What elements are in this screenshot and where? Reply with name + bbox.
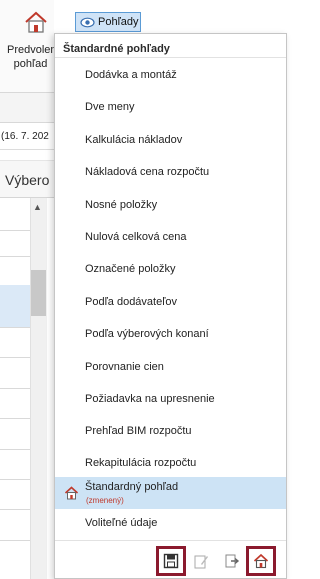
table-row[interactable] bbox=[0, 357, 30, 358]
table-row[interactable] bbox=[0, 388, 30, 389]
grid-column-header[interactable]: Výbero bbox=[0, 160, 54, 198]
home-icon[interactable] bbox=[23, 10, 49, 34]
scroll-up-icon[interactable]: ▲ bbox=[33, 202, 42, 212]
set-default-view-button[interactable] bbox=[246, 546, 276, 576]
menu-item-dve-meny[interactable]: Dve meny bbox=[55, 92, 286, 124]
ribbon-strip bbox=[0, 93, 54, 123]
views-button-label: Pohľady bbox=[98, 16, 139, 28]
divider bbox=[55, 540, 286, 541]
eye-icon bbox=[80, 17, 95, 27]
save-icon bbox=[163, 553, 179, 569]
section-title: Štandardné pohľady bbox=[63, 43, 170, 55]
menu-item-porovnanie-cien[interactable]: Porovnanie cien bbox=[55, 352, 286, 384]
edit-view-button[interactable] bbox=[186, 546, 216, 576]
menu-item-dodavka-a-montaz[interactable]: Dodávka a montáž bbox=[55, 60, 286, 92]
selected-row[interactable] bbox=[0, 285, 30, 327]
scrollbar-thumb[interactable] bbox=[31, 270, 46, 316]
menu-item-standardny-pohlad[interactable]: Štandardný pohľad (zmenený) bbox=[55, 477, 286, 509]
table-row[interactable] bbox=[0, 230, 30, 231]
views-dropdown: Štandardné pohľady Dodávka a montáž Dve … bbox=[54, 33, 287, 579]
table-row[interactable] bbox=[0, 449, 30, 450]
edit-icon bbox=[194, 555, 208, 569]
menu-item-podla-dodavatelov[interactable]: Podľa dodávateľov bbox=[55, 287, 286, 319]
home-icon bbox=[253, 553, 269, 569]
date-text: (16. 7. 202 bbox=[0, 123, 54, 150]
menu-item-rekapitulacia-rozpoctu[interactable]: Rekapitulácia rozpočtu bbox=[55, 448, 286, 480]
table-row[interactable] bbox=[0, 479, 30, 480]
table-row[interactable] bbox=[0, 327, 30, 328]
menu-item-kalkulacia-nakladov[interactable]: Kalkulácia nákladov bbox=[55, 125, 286, 157]
save-view-button[interactable] bbox=[156, 546, 186, 576]
menu-item-nosne-polozky[interactable]: Nosné položky bbox=[55, 190, 286, 222]
divider bbox=[55, 57, 286, 58]
vertical-scrollbar[interactable] bbox=[30, 198, 47, 579]
views-button[interactable]: Pohľady bbox=[75, 12, 141, 32]
table-row[interactable] bbox=[0, 418, 30, 419]
home-icon bbox=[64, 486, 79, 500]
menu-item-prehlad-bim-rozpoctu[interactable]: Prehľad BIM rozpočtu bbox=[55, 416, 286, 448]
ribbon-left: Predvolen pohľad bbox=[0, 0, 54, 93]
export-view-button[interactable] bbox=[217, 546, 247, 576]
export-icon bbox=[225, 554, 240, 568]
menu-item-volitelne-udaje[interactable]: Voliteľné údaje bbox=[55, 508, 286, 540]
menu-item-nakladova-cena-rozpoctu[interactable]: Nákladová cena rozpočtu bbox=[55, 157, 286, 189]
menu-item-podla-vyberovych-konani[interactable]: Podľa výberových konaní bbox=[55, 319, 286, 351]
menu-item-nulova-celkova-cena[interactable]: Nulová celková cena bbox=[55, 222, 286, 254]
table-row[interactable] bbox=[0, 509, 30, 510]
menu-item-poziadavka-na-upresnenie[interactable]: Požiadavka na upresnenie bbox=[55, 384, 286, 416]
table-row[interactable] bbox=[0, 256, 30, 257]
changed-indicator: (zmenený) bbox=[86, 496, 124, 505]
table-row[interactable] bbox=[0, 540, 30, 541]
menu-item-oznacene-polozky[interactable]: Označené položky bbox=[55, 254, 286, 286]
default-view-button-label[interactable]: Predvolen pohľad bbox=[7, 43, 54, 71]
